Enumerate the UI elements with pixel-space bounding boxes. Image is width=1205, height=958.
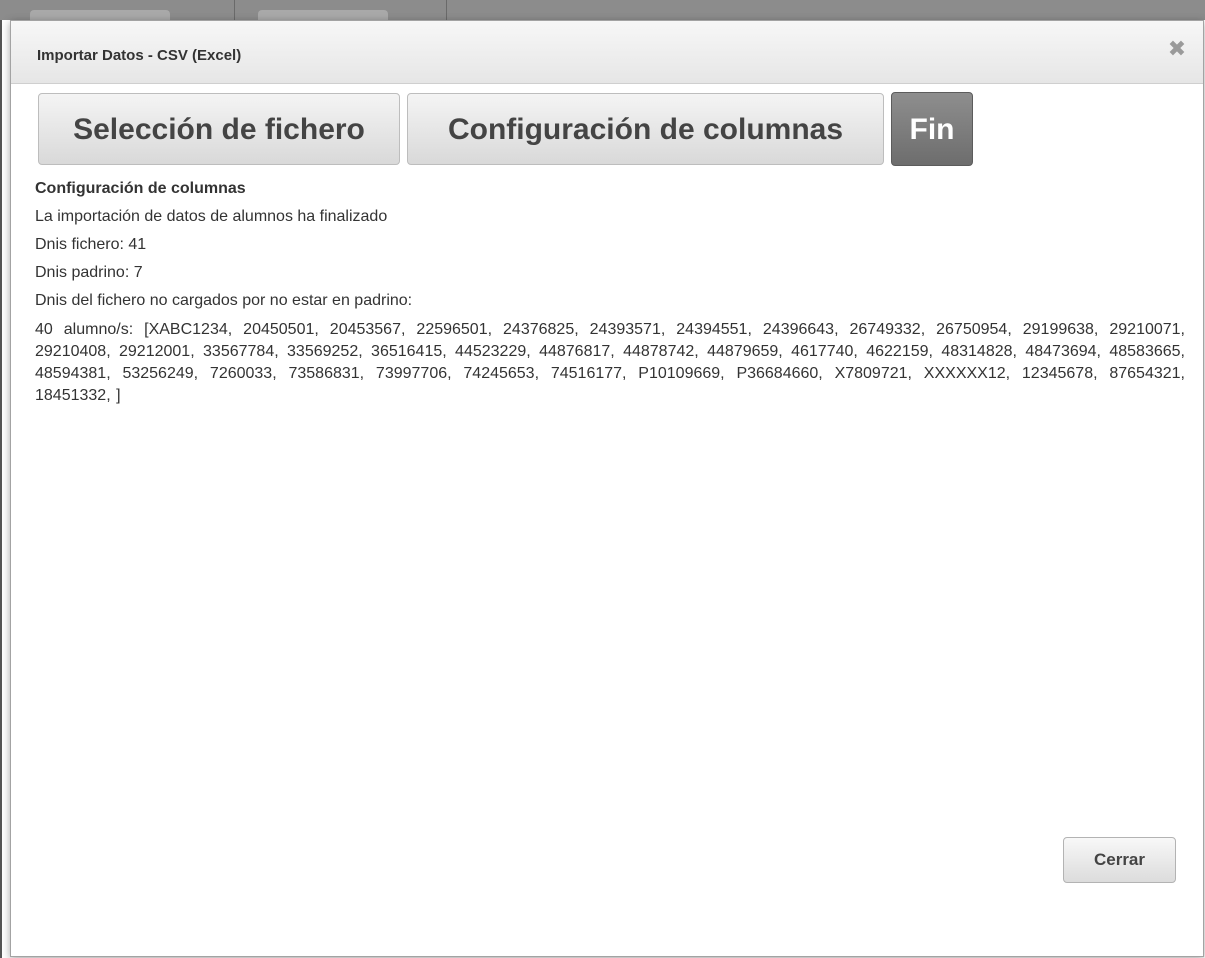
background-toolbar (0, 0, 1205, 20)
close-icon[interactable]: ✖ (1167, 38, 1187, 60)
background-separator (446, 0, 447, 20)
not-loaded-label: Dnis del fichero no cargados por no esta… (35, 292, 413, 309)
step-finish[interactable]: Fin (891, 92, 973, 166)
import-dialog: Importar Datos - CSV (Excel) ✖ Selección… (10, 20, 1204, 957)
dialog-content: Configuración de columnas La importación… (35, 179, 1185, 407)
dnis-padrino-count: Dnis padrino: 7 (35, 264, 143, 281)
dnis-fichero-count: Dnis fichero: 41 (35, 236, 147, 253)
section-title: Configuración de columnas (35, 180, 246, 197)
dialog-titlebar[interactable]: Importar Datos - CSV (Excel) ✖ (11, 21, 1203, 84)
close-button[interactable]: Cerrar (1063, 837, 1176, 883)
background-separator (234, 0, 235, 20)
step-file-selection[interactable]: Selección de fichero (38, 93, 400, 165)
finished-message: La importación de datos de alumnos ha fi… (35, 208, 388, 225)
not-loaded-list: 40 alumno/s: [XABC1234, 20450501, 204535… (35, 321, 1185, 404)
background-tab (30, 10, 170, 20)
background-tab (258, 10, 388, 20)
background-edge (0, 20, 2, 958)
step-column-configuration[interactable]: Configuración de columnas (407, 93, 884, 165)
dialog-title: Importar Datos - CSV (Excel) (37, 47, 242, 64)
